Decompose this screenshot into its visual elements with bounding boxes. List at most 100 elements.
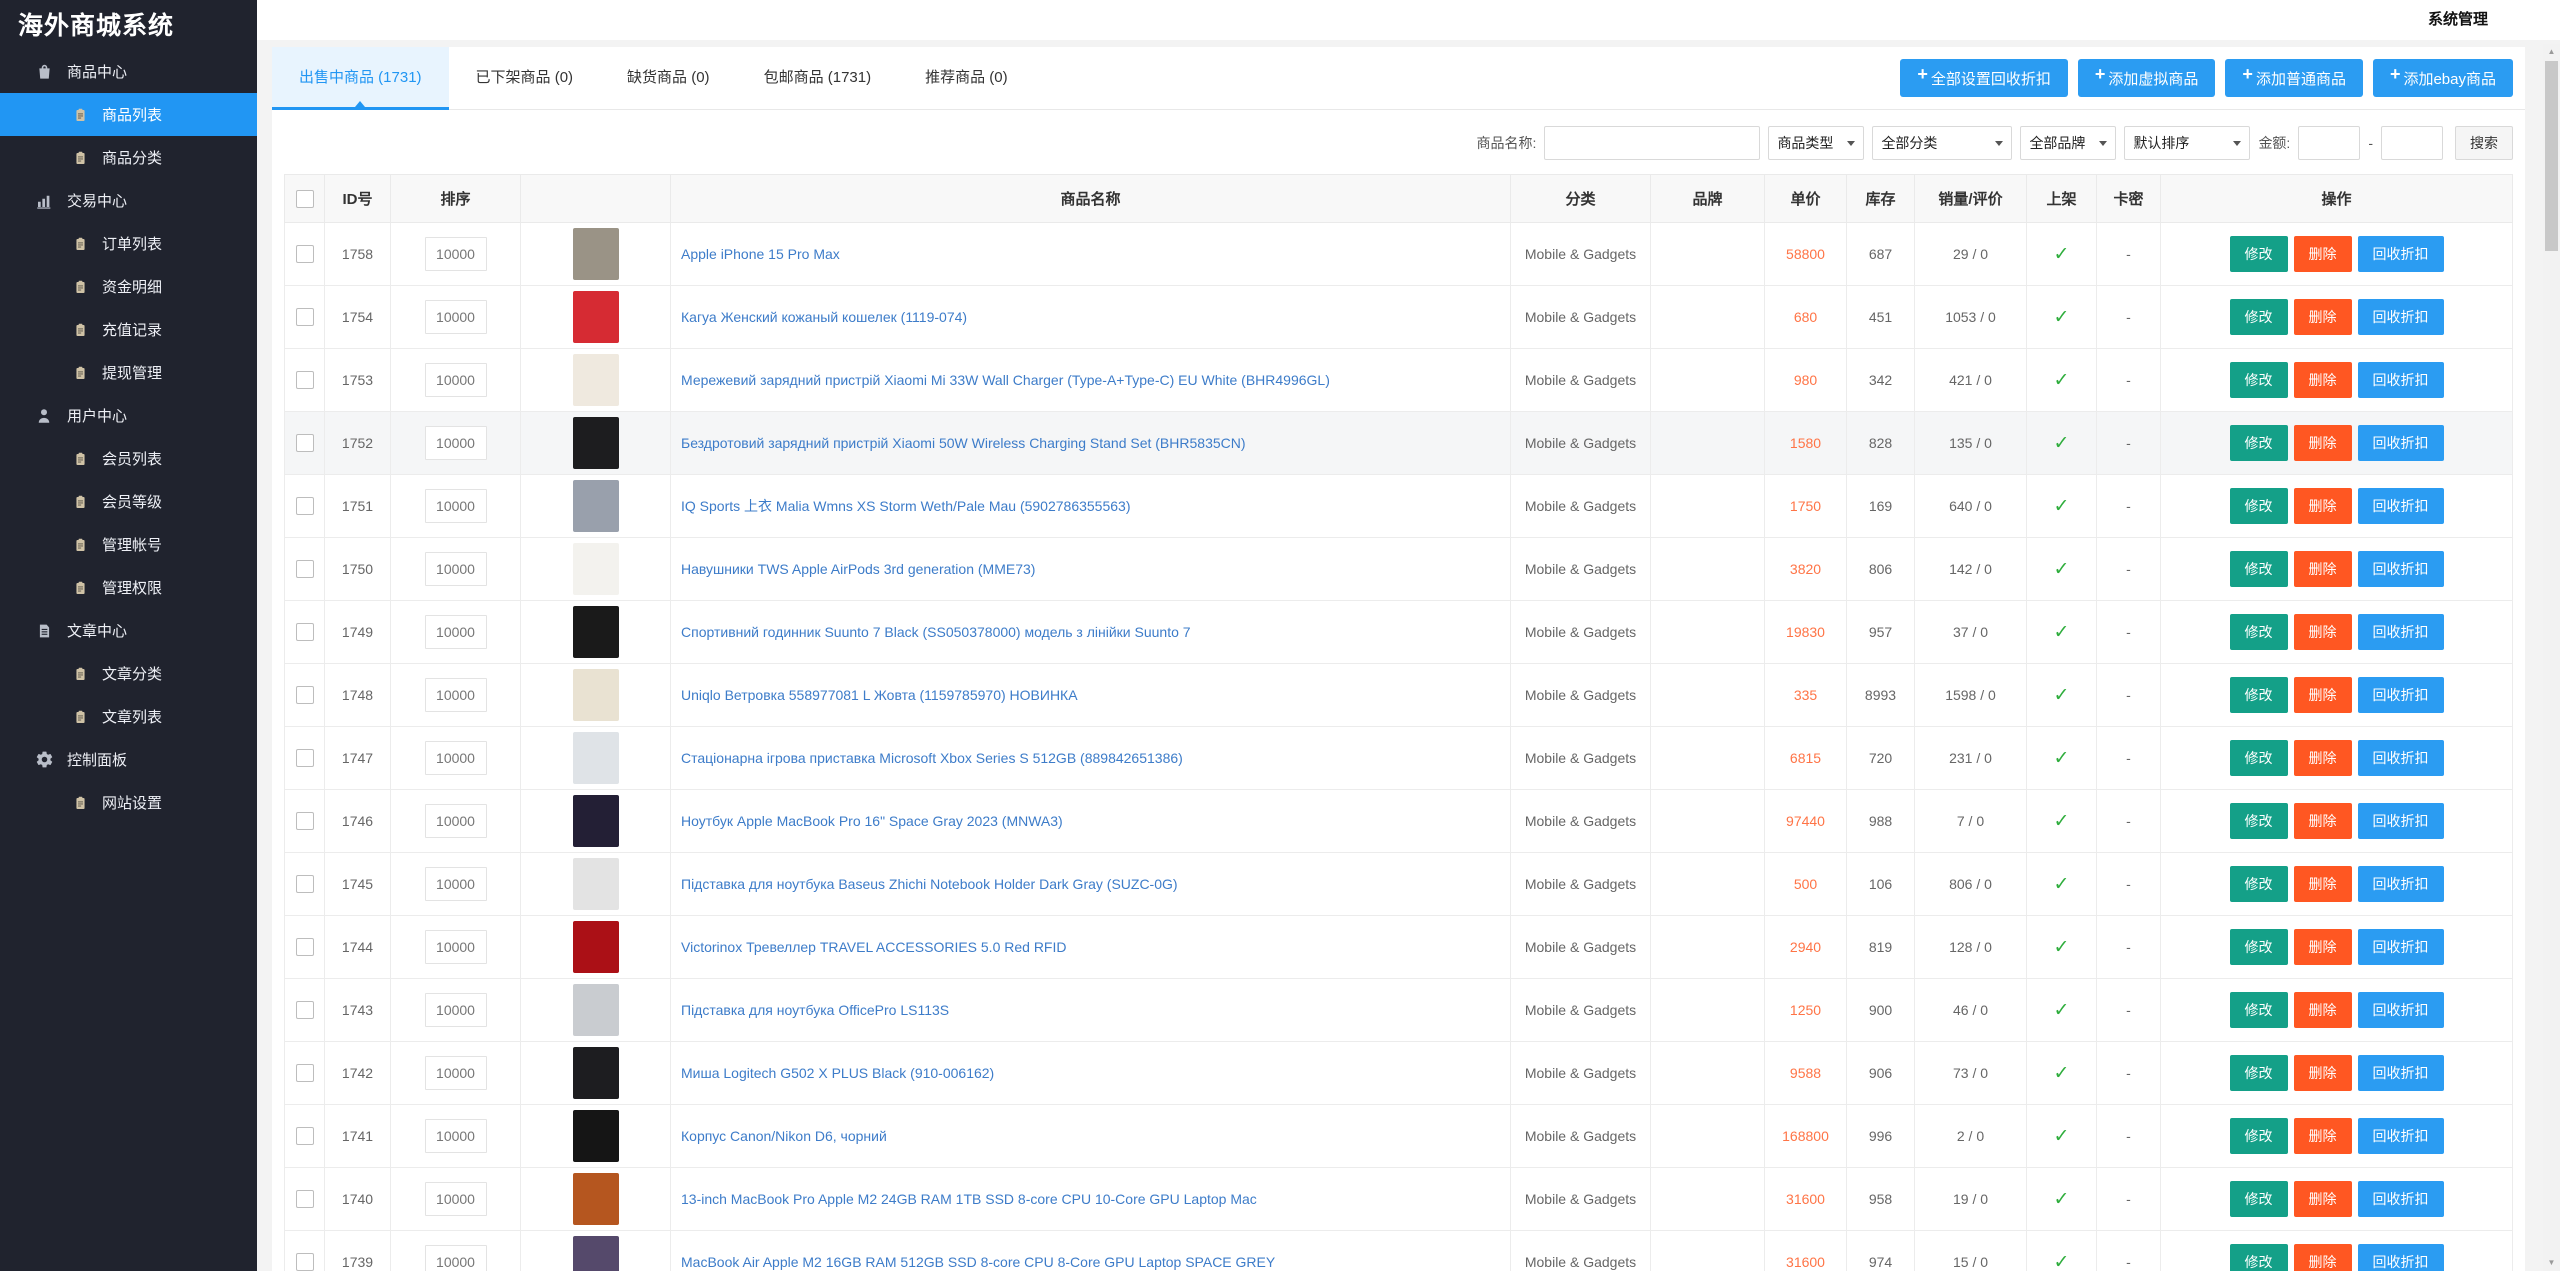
sort-input[interactable] [424, 1119, 487, 1153]
sidebar-section[interactable]: 文章中心 [0, 609, 257, 652]
delete-button[interactable]: 删除 [2293, 1244, 2352, 1271]
product-name-link[interactable]: Навушники TWS Apple AirPods 3rd generati… [681, 561, 1035, 577]
delete-button[interactable]: 删除 [2293, 677, 2352, 713]
product-name-link[interactable]: Бездротовий зарядний пристрій Xiaomi 50W… [681, 435, 1246, 451]
row-checkbox[interactable] [295, 1253, 314, 1271]
recycle-discount-button[interactable]: 回收折扣 [2357, 866, 2444, 902]
scrollbar[interactable]: ▲ ▼ [2543, 44, 2560, 1271]
row-checkbox[interactable] [295, 749, 314, 768]
row-checkbox[interactable] [295, 938, 314, 957]
recycle-discount-button[interactable]: 回收折扣 [2357, 1181, 2444, 1217]
sort-input[interactable] [424, 363, 487, 397]
delete-button[interactable]: 删除 [2293, 425, 2352, 461]
product-name-link[interactable]: Корпус Canon/Nikon D6, чорний [681, 1128, 887, 1144]
recycle-discount-button[interactable]: 回收折扣 [2357, 1118, 2444, 1154]
edit-button[interactable]: 修改 [2229, 614, 2288, 650]
delete-button[interactable]: 删除 [2293, 299, 2352, 335]
product-name-link[interactable]: Спортивний годинник Suunto 7 Black (SS05… [681, 624, 1191, 640]
sidebar-item[interactable]: 管理帐号 [0, 523, 257, 566]
row-checkbox[interactable] [295, 245, 314, 264]
delete-button[interactable]: 删除 [2293, 614, 2352, 650]
recycle-discount-button[interactable]: 回收折扣 [2357, 362, 2444, 398]
sort-select[interactable]: 默认排序 [2124, 126, 2251, 160]
edit-button[interactable]: 修改 [2229, 866, 2288, 902]
delete-button[interactable]: 删除 [2293, 803, 2352, 839]
row-checkbox[interactable] [295, 623, 314, 642]
product-name-link[interactable]: IQ Sports 上衣 Malia Wmns XS Storm Weth/Pa… [681, 498, 1131, 514]
delete-button[interactable]: 删除 [2293, 488, 2352, 524]
row-checkbox[interactable] [295, 1001, 314, 1020]
recycle-discount-button[interactable]: 回收折扣 [2357, 425, 2444, 461]
add-button[interactable]: + 添加ebay商品 [2372, 59, 2513, 97]
amount-max-input[interactable] [2381, 126, 2443, 160]
amount-min-input[interactable] [2298, 126, 2361, 160]
add-button[interactable]: + 添加虚拟商品 [2077, 59, 2216, 97]
delete-button[interactable]: 删除 [2293, 740, 2352, 776]
delete-button[interactable]: 删除 [2293, 236, 2352, 272]
add-button[interactable]: + 全部设置回收折扣 [1900, 59, 2068, 97]
sidebar-item[interactable]: 充值记录 [0, 308, 257, 351]
sort-input[interactable] [424, 1182, 487, 1216]
recycle-discount-button[interactable]: 回收折扣 [2357, 677, 2444, 713]
sort-input[interactable] [424, 1056, 487, 1090]
recycle-discount-button[interactable]: 回收折扣 [2357, 929, 2444, 965]
row-checkbox[interactable] [295, 812, 314, 831]
system-admin-menu[interactable]: 系统管理 [2428, 0, 2488, 40]
sidebar-item[interactable]: 商品分类 [0, 136, 257, 179]
sidebar-item[interactable]: 文章分类 [0, 652, 257, 695]
tab[interactable]: 推荐商品 (0) [898, 47, 1035, 109]
row-checkbox[interactable] [295, 1127, 314, 1146]
delete-button[interactable]: 删除 [2293, 362, 2352, 398]
sort-input[interactable] [424, 552, 487, 586]
sidebar-item[interactable]: 会员列表 [0, 437, 257, 480]
sort-input[interactable] [424, 930, 487, 964]
row-checkbox[interactable] [295, 686, 314, 705]
row-checkbox[interactable] [295, 308, 314, 327]
product-name-link[interactable]: Підставка для ноутбука Baseus Zhichi Not… [681, 876, 1178, 892]
edit-button[interactable]: 修改 [2229, 1055, 2288, 1091]
recycle-discount-button[interactable]: 回收折扣 [2357, 488, 2444, 524]
scrollbar-down-arrow[interactable]: ▼ [2543, 1255, 2560, 1271]
row-checkbox[interactable] [295, 434, 314, 453]
product-name-link[interactable]: Victorinox Тревеллер TRAVEL ACCESSORIES … [681, 939, 1066, 955]
sort-input[interactable] [424, 300, 487, 334]
product-name-link[interactable]: Ноутбук Apple MacBook Pro 16" Space Gray… [681, 813, 1063, 829]
delete-button[interactable]: 删除 [2293, 929, 2352, 965]
recycle-discount-button[interactable]: 回收折扣 [2357, 1244, 2444, 1271]
edit-button[interactable]: 修改 [2229, 1118, 2288, 1154]
product-name-link[interactable]: Підставка для ноутбука OfficePro LS113S [681, 1002, 949, 1018]
search-button[interactable]: 搜索 [2455, 126, 2513, 160]
category-select[interactable]: 全部分类 [1872, 126, 2013, 160]
brand-select[interactable]: 全部品牌 [2020, 126, 2117, 160]
delete-button[interactable]: 删除 [2293, 551, 2352, 587]
sort-input[interactable] [424, 1245, 487, 1271]
sort-input[interactable] [424, 237, 487, 271]
row-checkbox[interactable] [295, 875, 314, 894]
recycle-discount-button[interactable]: 回收折扣 [2357, 992, 2444, 1028]
row-checkbox[interactable] [295, 497, 314, 516]
edit-button[interactable]: 修改 [2229, 740, 2288, 776]
delete-button[interactable]: 删除 [2293, 992, 2352, 1028]
sort-input[interactable] [424, 489, 487, 523]
type-select[interactable]: 商品类型 [1768, 126, 1865, 160]
tab[interactable]: 出售中商品 (1731) [272, 47, 449, 110]
delete-button[interactable]: 删除 [2293, 1118, 2352, 1154]
row-checkbox[interactable] [295, 560, 314, 579]
add-button[interactable]: + 添加普通商品 [2225, 59, 2363, 97]
edit-button[interactable]: 修改 [2229, 992, 2288, 1028]
recycle-discount-button[interactable]: 回收折扣 [2357, 551, 2444, 587]
delete-button[interactable]: 删除 [2293, 1055, 2352, 1091]
product-name-link[interactable]: Uniqlo Ветровка 558977081 L Жовта (11597… [681, 687, 1078, 703]
sidebar-item[interactable]: 资金明细 [0, 265, 257, 308]
recycle-discount-button[interactable]: 回收折扣 [2357, 236, 2444, 272]
row-checkbox[interactable] [295, 371, 314, 390]
scrollbar-up-arrow[interactable]: ▲ [2543, 44, 2560, 60]
edit-button[interactable]: 修改 [2229, 236, 2288, 272]
recycle-discount-button[interactable]: 回收折扣 [2357, 614, 2444, 650]
edit-button[interactable]: 修改 [2229, 551, 2288, 587]
select-all-checkbox[interactable] [295, 189, 314, 208]
sidebar-item[interactable]: 提现管理 [0, 351, 257, 394]
sort-input[interactable] [424, 615, 487, 649]
sidebar-section[interactable]: 用户中心 [0, 394, 257, 437]
sidebar-item[interactable]: 管理权限 [0, 566, 257, 609]
